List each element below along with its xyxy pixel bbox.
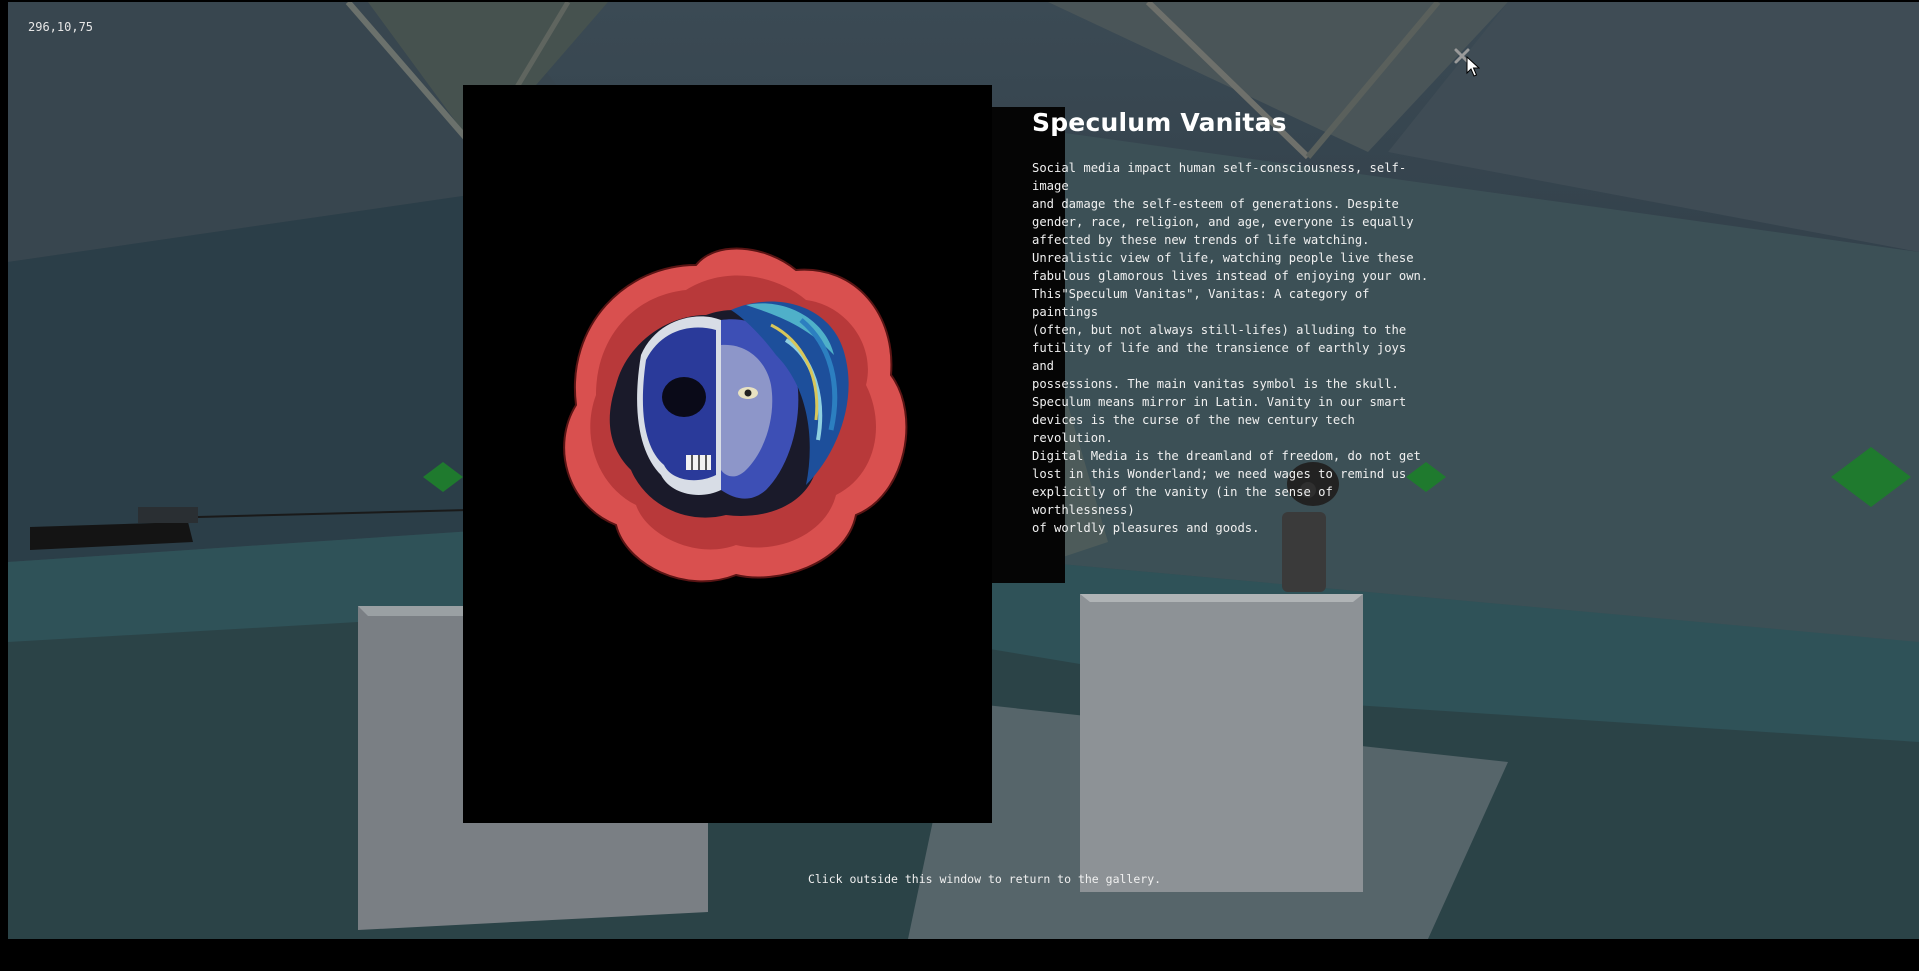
bottom-bar xyxy=(0,939,1919,971)
artwork-image xyxy=(463,85,992,823)
artwork-info-panel: Speculum Vanitas Social media impact hum… xyxy=(1032,108,1432,537)
return-to-gallery-hint: Click outside this window to return to t… xyxy=(807,872,1162,886)
skull-rose-illustration xyxy=(563,247,908,583)
artwork-description: Social media impact human self-conscious… xyxy=(1032,161,1429,535)
mouse-cursor-icon xyxy=(1466,56,1480,77)
coordinates-readout: 296,10,75 xyxy=(28,20,94,34)
artwork-title: Speculum Vanitas xyxy=(1032,108,1287,137)
